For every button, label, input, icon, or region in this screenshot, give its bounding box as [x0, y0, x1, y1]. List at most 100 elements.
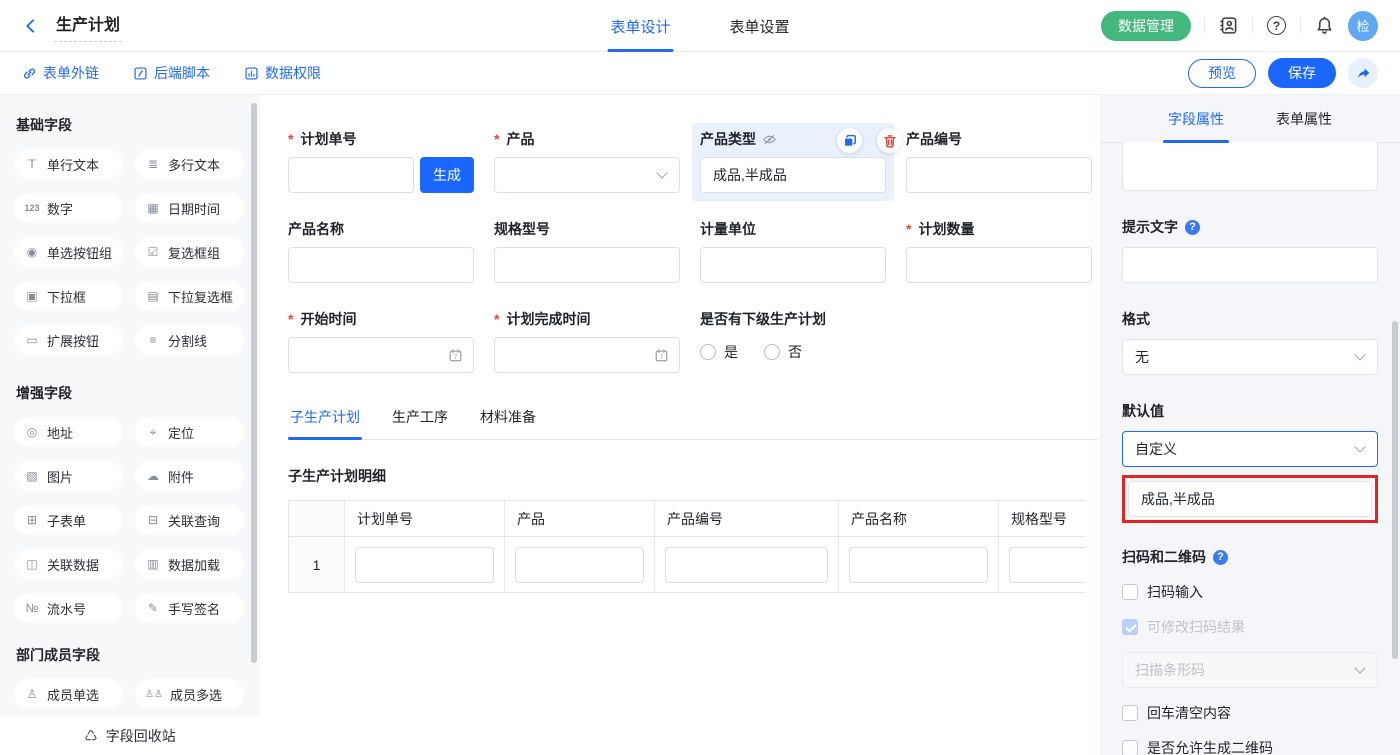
sidebar-item-signature[interactable]: ✎手写签名: [135, 593, 244, 623]
field-finish-time[interactable]: 计划完成时间 7: [494, 311, 680, 373]
radio-option-yes[interactable]: 是: [700, 342, 738, 362]
field-label: 产品编号: [906, 129, 962, 149]
field-product-code[interactable]: 产品编号: [906, 131, 1092, 193]
sidebar-item-member-single[interactable]: ♙成员单选: [14, 679, 123, 709]
copy-field-button[interactable]: [837, 128, 862, 153]
field-product-name[interactable]: 产品名称: [288, 221, 474, 283]
tab-sub-production-plan[interactable]: 子生产计划: [288, 401, 362, 439]
checkbox-unchecked-icon[interactable]: [1122, 705, 1138, 721]
tab-production-process[interactable]: 生产工序: [390, 401, 450, 439]
help-question-icon[interactable]: ?: [1185, 220, 1200, 235]
sidebar-item-extension-button[interactable]: ▭扩展按钮: [14, 325, 123, 355]
tab-form-properties[interactable]: 表单属性: [1276, 95, 1332, 143]
field-product-type[interactable]: 产品类型 成品,半成品: [700, 131, 886, 193]
sidebar-item-radio-group[interactable]: ◉单选按钮组: [14, 237, 123, 267]
delete-field-button[interactable]: [877, 128, 902, 153]
sidebar-item-divider[interactable]: ≡分割线: [135, 325, 244, 355]
field-title-input[interactable]: [1122, 142, 1378, 191]
cell-product-code-input[interactable]: [665, 547, 828, 583]
sidebar-item-multi-line-text[interactable]: ≣多行文本: [135, 149, 244, 179]
start-time-input[interactable]: 7: [288, 337, 474, 373]
sidebar-item-serial-number[interactable]: №流水号: [14, 593, 123, 623]
contacts-icon[interactable]: [1218, 15, 1239, 36]
field-start-time[interactable]: 开始时间 7: [288, 311, 474, 373]
data-manage-button[interactable]: 数据管理: [1101, 11, 1191, 41]
sidebar-item-related-query[interactable]: ⊟关联查询: [135, 505, 244, 535]
sidebar-item-datetime[interactable]: ▦日期时间: [135, 193, 244, 223]
cell-product-input[interactable]: [515, 547, 644, 583]
sidebar-item-subform[interactable]: ⊞子表单: [14, 505, 123, 535]
cell-product-name-input[interactable]: [849, 547, 988, 583]
notification-bell-icon[interactable]: [1314, 15, 1335, 36]
sidebar-item-single-line-text[interactable]: T单行文本: [14, 149, 123, 179]
field-label: 规格型号: [494, 219, 550, 239]
sidebar-item-number[interactable]: 123数字: [14, 193, 123, 223]
form-row: 开始时间 7 计划完成时间: [288, 311, 1100, 373]
enter-clear-checkbox-row[interactable]: 回车清空内容: [1122, 703, 1378, 723]
tab-material-preparation[interactable]: 材料准备: [478, 401, 538, 439]
item-label: 手写签名: [168, 599, 220, 618]
back-button[interactable]: [22, 15, 44, 37]
cell-plan-number-input[interactable]: [355, 547, 494, 583]
help-question-icon[interactable]: ?: [1213, 550, 1228, 565]
default-value-input[interactable]: 成品,半成品: [1128, 481, 1372, 517]
cell-spec-model-input[interactable]: [1009, 547, 1085, 583]
scan-input-checkbox-row[interactable]: 扫码输入: [1122, 582, 1378, 602]
panel-scrollbar[interactable]: [1392, 321, 1398, 659]
sidebar-item-data-load[interactable]: ▥数据加载: [135, 549, 244, 579]
help-icon[interactable]: ?: [1266, 15, 1287, 36]
data-permission-link[interactable]: 数据权限: [244, 63, 321, 83]
sidebar-item-attachment[interactable]: ☁附件: [135, 461, 244, 491]
item-label: 下拉框: [47, 287, 86, 306]
product-type-input[interactable]: 成品,半成品: [700, 157, 886, 193]
tab-form-design[interactable]: 表单设计: [610, 0, 670, 52]
format-select[interactable]: 无: [1122, 339, 1378, 375]
spec-model-input[interactable]: [494, 247, 680, 283]
sidebar-item-dropdown[interactable]: ▣下拉框: [14, 281, 123, 311]
sidebar-item-address[interactable]: ◎地址: [14, 417, 123, 447]
tab-field-properties[interactable]: 字段属性: [1168, 95, 1224, 143]
save-button[interactable]: 保存: [1268, 58, 1336, 88]
backend-script-link[interactable]: 后端脚本: [133, 63, 210, 83]
sidebar-item-member-multi[interactable]: ♙♙成员多选: [135, 679, 244, 709]
preview-button[interactable]: 预览: [1188, 59, 1256, 88]
allow-qr-checkbox-row[interactable]: 是否允许生成二维码: [1122, 738, 1378, 755]
field-label: 开始时间: [300, 309, 356, 329]
form-external-link[interactable]: 表单外链: [22, 63, 99, 83]
checkbox-unchecked-icon[interactable]: [1122, 584, 1138, 600]
sidebar-item-location[interactable]: ⌖定位: [135, 417, 244, 447]
sidebar-scrollbar[interactable]: [251, 103, 257, 663]
default-mode-select[interactable]: 自定义: [1122, 431, 1378, 467]
hint-text-input[interactable]: [1122, 247, 1378, 283]
properties-panel: 字段属性 表单属性 提示文字 ? 格式 无 默认值 自定义 成品,半成品 扫码和…: [1100, 95, 1400, 755]
bar-chart-icon: ▥: [145, 557, 161, 571]
checkbox-label: 可修改扫码结果: [1147, 617, 1245, 637]
tab-form-settings[interactable]: 表单设置: [730, 0, 790, 52]
field-unit[interactable]: 计量单位: [700, 221, 886, 283]
subform-title: 子生产计划明细: [288, 466, 1100, 486]
field-plan-quantity[interactable]: 计划数量: [906, 221, 1092, 283]
page-title[interactable]: 生产计划: [54, 9, 122, 42]
product-name-input[interactable]: [288, 247, 474, 283]
field-product[interactable]: 产品: [494, 131, 680, 193]
finish-time-input[interactable]: 7: [494, 337, 680, 373]
field-spec-model[interactable]: 规格型号: [494, 221, 680, 283]
product-code-input[interactable]: [906, 157, 1092, 193]
field-has-sub-plan[interactable]: 是否有下级生产计划 是 否: [700, 311, 960, 373]
sidebar-item-dropdown-multiselect[interactable]: ▤下拉复选框: [135, 281, 244, 311]
generate-button[interactable]: 生成: [420, 157, 474, 193]
user-avatar[interactable]: 检: [1348, 11, 1378, 41]
product-select[interactable]: [494, 157, 680, 193]
sidebar-item-checkbox-group[interactable]: ☑复选框组: [135, 237, 244, 267]
plan-number-input[interactable]: [288, 157, 414, 193]
sidebar-item-related-data[interactable]: ◫关联数据: [14, 549, 123, 579]
plan-quantity-input[interactable]: [906, 247, 1092, 283]
field-recycle-bin[interactable]: ♺ 字段回收站: [0, 716, 260, 755]
field-plan-number[interactable]: 计划单号 生成: [288, 131, 474, 193]
radio-option-no[interactable]: 否: [764, 342, 802, 362]
share-button[interactable]: [1348, 58, 1378, 88]
checkbox-unchecked-icon[interactable]: [1122, 740, 1138, 755]
col-product-code: 产品编号: [655, 501, 839, 537]
sidebar-item-image[interactable]: ▧图片: [14, 461, 123, 491]
unit-input[interactable]: [700, 247, 886, 283]
